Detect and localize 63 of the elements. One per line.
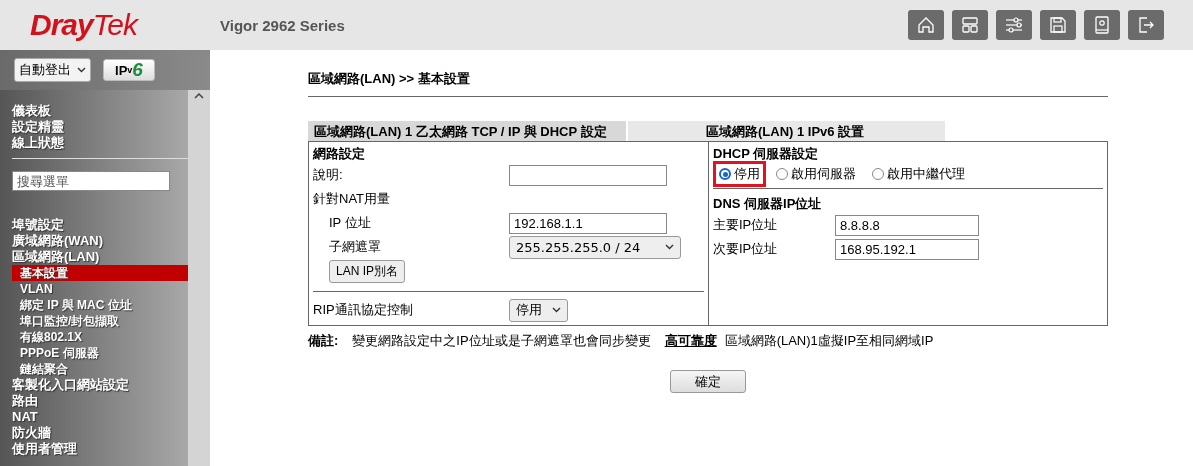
- section-title: DNS 伺服器IP位址: [713, 195, 823, 213]
- logo: DrayTek: [29, 8, 140, 42]
- menu-item[interactable]: NAT: [12, 409, 188, 425]
- menu-item[interactable]: 埠口監控/封包擷取: [20, 313, 188, 329]
- search-field[interactable]: 搜尋選單: [12, 171, 170, 191]
- toolbar-button[interactable]: [1040, 10, 1076, 40]
- input-field[interactable]: 168.95.192.1: [835, 238, 979, 260]
- chevron-down-icon: [552, 307, 561, 313]
- menu-item[interactable]: 基本設置: [12, 265, 188, 281]
- model-name: Vigor 2962 Series: [220, 16, 345, 34]
- note-text: 變更網路設定中之IP位址或是子網遮罩也會同步變更: [352, 332, 651, 350]
- menu-item[interactable]: 線上狀態: [12, 135, 188, 151]
- menu-item[interactable]: 廣域網路(WAN): [12, 233, 188, 249]
- menu-item[interactable]: 鏈結聚合: [20, 361, 188, 377]
- menu-item[interactable]: 埠號設定: [12, 217, 188, 233]
- toolbar-button[interactable]: [908, 10, 944, 40]
- menu-item[interactable]: 客製化入口網站設定: [12, 377, 188, 393]
- ok-button[interactable]: 確定: [670, 370, 746, 393]
- field-label: 次要IP位址: [713, 240, 779, 258]
- menu-item[interactable]: 路由: [12, 393, 188, 409]
- field-label: IP 位址: [328, 214, 372, 232]
- note-text: 區域網路(LAN)1虛擬IP至相同網域IP: [724, 332, 934, 350]
- logout-select[interactable]: 自動登出: [14, 58, 91, 82]
- menu-item[interactable]: PPPoE 伺服器: [20, 345, 188, 361]
- field-label: 主要IP位址: [713, 216, 779, 234]
- menu-item[interactable]: 綁定 IP 與 MAC 位址: [20, 297, 188, 313]
- menu-item[interactable]: 有線802.1X: [20, 329, 188, 345]
- section-title: 網路設定: [313, 145, 366, 163]
- breadcrumb: 區域網路(LAN) >> 基本設置: [308, 71, 470, 86]
- note-label: 備註:: [308, 332, 339, 350]
- toolbar-button[interactable]: [1084, 10, 1120, 40]
- menu-item[interactable]: 防火牆: [12, 425, 188, 441]
- toolbar-button[interactable]: [996, 10, 1032, 40]
- chevron-down-icon: [77, 67, 86, 73]
- scrollbar[interactable]: [188, 90, 210, 466]
- layout-icon: [959, 14, 981, 36]
- tab[interactable]: 區域網路(LAN) 1 乙太網路 TCP / IP 與 DHCP 設定: [308, 121, 626, 141]
- field-label: 說明:: [313, 166, 344, 184]
- section-title: DHCP 伺服器設定: [713, 145, 820, 163]
- field-label: RIP通訊協定控制: [313, 301, 414, 319]
- chevron-up-icon[interactable]: [194, 92, 204, 99]
- sliders-icon: [1003, 14, 1025, 36]
- menu-item[interactable]: VLAN: [20, 281, 188, 297]
- chevron-down-icon: [665, 244, 674, 250]
- select-field[interactable]: 停用: [509, 298, 568, 322]
- select-field[interactable]: 255.255.255.0 / 24: [509, 235, 681, 259]
- radio-option[interactable]: 啟用伺服器: [770, 161, 862, 187]
- field-label: 針對NAT用量: [313, 190, 392, 208]
- tab[interactable]: 區域網路(LAN) 1 IPv6 設置: [628, 121, 945, 141]
- menu-item[interactable]: 區域網路(LAN): [12, 249, 188, 265]
- toolbar-button[interactable]: [1128, 10, 1164, 40]
- toolbar-button[interactable]: [952, 10, 988, 40]
- menu-item[interactable]: 設定精靈: [12, 119, 188, 135]
- menu-item[interactable]: 使用者管理: [12, 441, 188, 457]
- input-field[interactable]: 192.168.1.1: [509, 212, 667, 234]
- save-icon: [1047, 14, 1069, 36]
- radio-option[interactable]: 啟用中繼代理: [866, 161, 971, 187]
- note-link[interactable]: 高可靠度: [664, 332, 717, 350]
- field-label: 子網遮罩: [328, 238, 382, 256]
- input-field[interactable]: 8.8.8.8: [835, 214, 979, 236]
- alias-button[interactable]: LAN IP別名: [329, 259, 405, 283]
- menu-item[interactable]: 儀表板: [12, 103, 188, 119]
- radio-option[interactable]: 停用: [713, 161, 766, 187]
